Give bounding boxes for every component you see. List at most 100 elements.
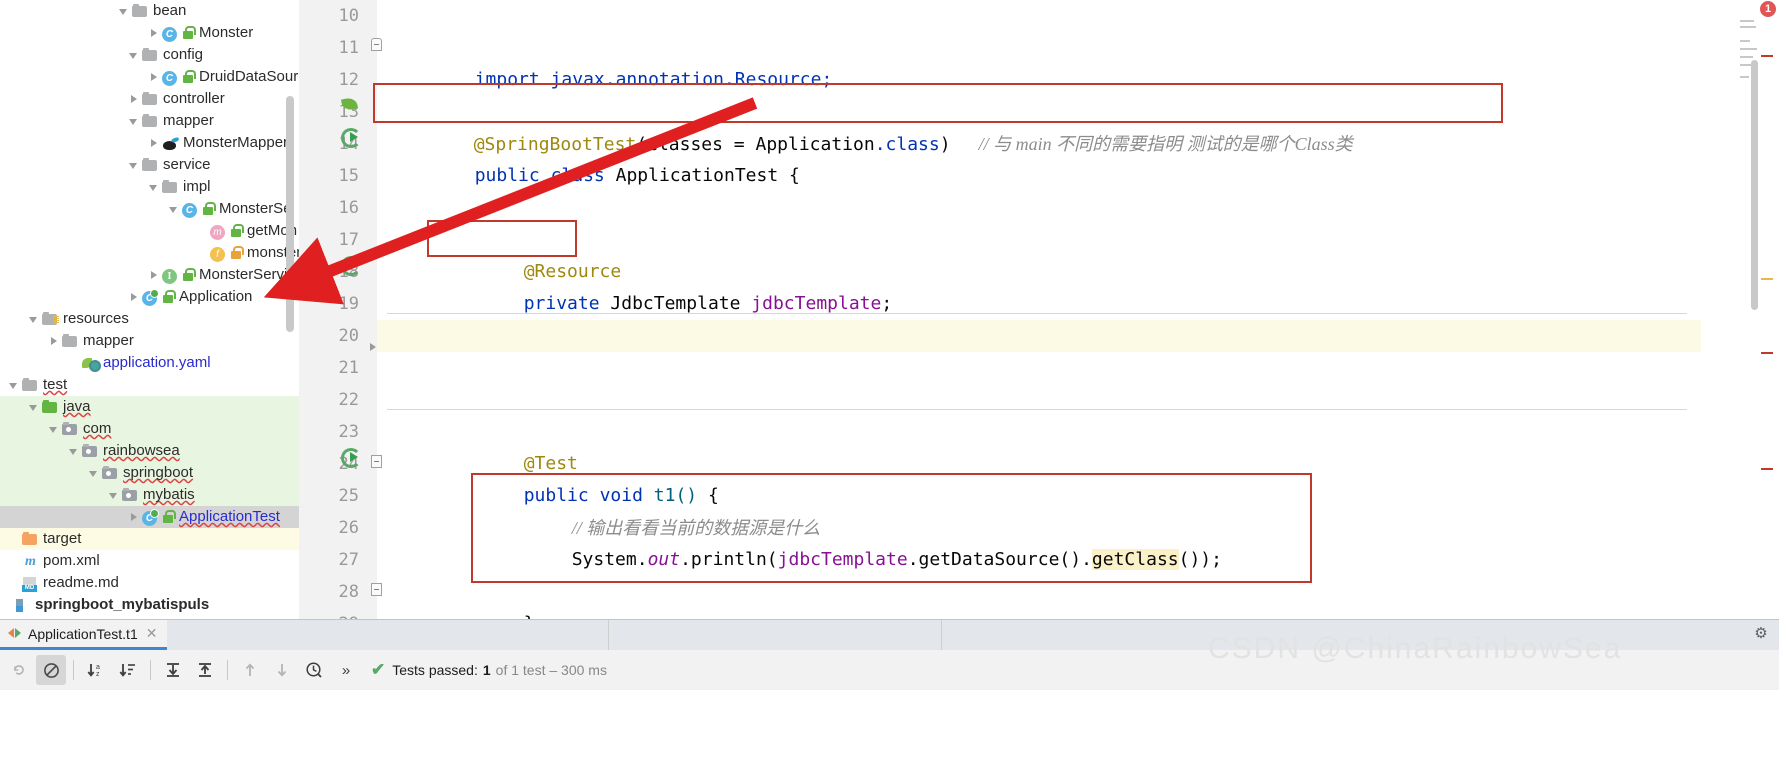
field-icon: f [210, 247, 225, 262]
tree-item-label: impl [183, 176, 211, 198]
tree-item-resources[interactable]: resources [0, 308, 299, 330]
dot-sep: . [1081, 549, 1092, 570]
tree-item-pom-xml[interactable]: mpom.xml [0, 550, 299, 572]
maven-icon: m [22, 553, 39, 570]
chevron-down-icon[interactable] [8, 374, 22, 396]
line-number: 12 [299, 64, 359, 96]
class-run-icon: C [142, 291, 157, 306]
chevron-right-icon[interactable] [128, 286, 142, 308]
open-brace: { [789, 165, 800, 186]
chevron-down-icon[interactable] [28, 308, 42, 330]
chevron-down-icon[interactable] [128, 154, 142, 176]
tree-item-target[interactable]: target [0, 528, 299, 550]
hide-passed-icon[interactable] [36, 655, 66, 685]
chevron-down-icon[interactable] [68, 440, 82, 462]
editor-marker-bar[interactable] [1759, 0, 1779, 619]
next-test-icon[interactable] [267, 655, 297, 685]
code-line-24: public void t1() { [437, 448, 719, 480]
chevron-down-icon[interactable] [168, 198, 182, 220]
tree-item-rainbowsea[interactable]: rainbowsea [0, 440, 299, 462]
system-ref: System [572, 549, 637, 570]
error-marker[interactable] [1761, 352, 1773, 354]
chevron-down-icon[interactable] [148, 176, 162, 198]
tree-item-label: rainbowsea [103, 440, 180, 462]
tab-application-test-t1[interactable]: ApplicationTest.t1 ✕ [0, 620, 167, 650]
chevron-down-icon[interactable] [128, 110, 142, 132]
sort-by-duration-icon[interactable] [113, 655, 143, 685]
code-editor[interactable]: 1011121314151617181920212223242526272829… [299, 0, 1779, 619]
editor-vertical-scrollbar[interactable] [1751, 60, 1758, 310]
chevron-right-icon[interactable] [48, 330, 62, 352]
chevron-down-icon[interactable] [48, 418, 62, 440]
run-method-gutter-icon[interactable] [341, 448, 359, 466]
chevron-right-icon[interactable] [148, 22, 162, 44]
error-count-badge[interactable]: 1 [1760, 1, 1776, 17]
tree-item-java[interactable]: java [0, 396, 299, 418]
tree-spacer [8, 550, 22, 572]
tree-item-readme-md[interactable]: readme.md [0, 572, 299, 594]
code-text-area[interactable]: import javax.annotation.Resource; @Sprin… [377, 0, 1779, 619]
tree-spacer [8, 572, 22, 594]
rerun-failed-icon[interactable] [4, 655, 34, 685]
tree-item-druiddatasour[interactable]: CDruidDataSour [0, 66, 299, 88]
chevron-down-icon[interactable] [128, 44, 142, 66]
call-tail: ()); [1179, 549, 1222, 570]
expand-all-icon[interactable] [158, 655, 188, 685]
prev-test-icon[interactable] [235, 655, 265, 685]
tree-item-label: pom.xml [43, 550, 100, 572]
minimap-line [1740, 48, 1757, 50]
getdatasource-call: .getDataSource() [908, 549, 1081, 570]
code-line-11: import javax.annotation.Resource; [388, 32, 832, 64]
line-number: 25 [299, 480, 359, 512]
tree-item-application-yaml[interactable]: application.yaml [0, 352, 299, 374]
chevron-right-icon[interactable] [148, 66, 162, 88]
project-tree-panel[interactable]: beanCMonsterconfigCDruidDataSourcontroll… [0, 0, 299, 619]
gear-icon[interactable]: ⚙ [1752, 625, 1770, 643]
semicolon: ; [881, 293, 892, 314]
tree-item-label: mybatis [143, 484, 195, 506]
status-suffix: of 1 test – 300 ms [496, 662, 607, 678]
folder-src-icon [122, 487, 139, 504]
chevron-down-icon[interactable] [108, 484, 122, 506]
getclass-call: getClass [1092, 549, 1179, 570]
folder-src-icon [102, 465, 119, 482]
tree-item-bean[interactable]: bean [0, 0, 299, 22]
tree-item-monster[interactable]: CMonster [0, 22, 299, 44]
tree-item-mybatis[interactable]: mybatis [0, 484, 299, 506]
tree-item-mapper[interactable]: mapper [0, 330, 299, 352]
close-icon[interactable]: ✕ [146, 625, 158, 642]
tree-spacer [196, 220, 210, 242]
check-icon: ✔ [371, 660, 385, 680]
interface-icon: I [162, 269, 177, 284]
chevron-right-icon[interactable] [128, 88, 142, 110]
chevron-down-icon[interactable] [118, 0, 132, 22]
paren-close: ) [940, 134, 951, 155]
tree-item-com[interactable]: com [0, 418, 299, 440]
chevron-right-icon[interactable] [148, 264, 162, 286]
error-marker[interactable] [1761, 468, 1773, 470]
tree-item-label: mapper [83, 330, 134, 352]
folder-icon [142, 47, 159, 64]
warning-marker[interactable] [1761, 278, 1773, 280]
chevron-down-icon[interactable] [28, 396, 42, 418]
test-history-icon[interactable] [299, 655, 329, 685]
tree-item-test[interactable]: test [0, 374, 299, 396]
tree-item-springboot[interactable]: springboot [0, 462, 299, 484]
tree-item-config[interactable]: config [0, 44, 299, 66]
test-result-status: ✔ Tests passed: 1 of 1 test – 300 ms [371, 660, 607, 680]
minimap-line [1740, 56, 1753, 58]
line-number: 10 [299, 0, 359, 32]
editor-gutter[interactable]: 1011121314151617181920212223242526272829 [299, 0, 377, 619]
chevron-right-icon[interactable] [148, 132, 162, 154]
module-icon [14, 597, 31, 614]
folder-icon [142, 113, 159, 130]
tree-item-label: ApplicationTest [179, 506, 280, 528]
collapse-all-icon[interactable] [190, 655, 220, 685]
error-marker[interactable] [1761, 55, 1773, 57]
chevron-right-icon[interactable] [128, 506, 142, 528]
tree-item-applicationtest[interactable]: CApplicationTest [0, 506, 299, 528]
tab-label: ApplicationTest.t1 [28, 626, 138, 642]
chevron-down-icon[interactable] [88, 462, 102, 484]
more-options-icon[interactable]: » [331, 655, 361, 685]
sort-alphabetically-icon[interactable]: az [81, 655, 111, 685]
